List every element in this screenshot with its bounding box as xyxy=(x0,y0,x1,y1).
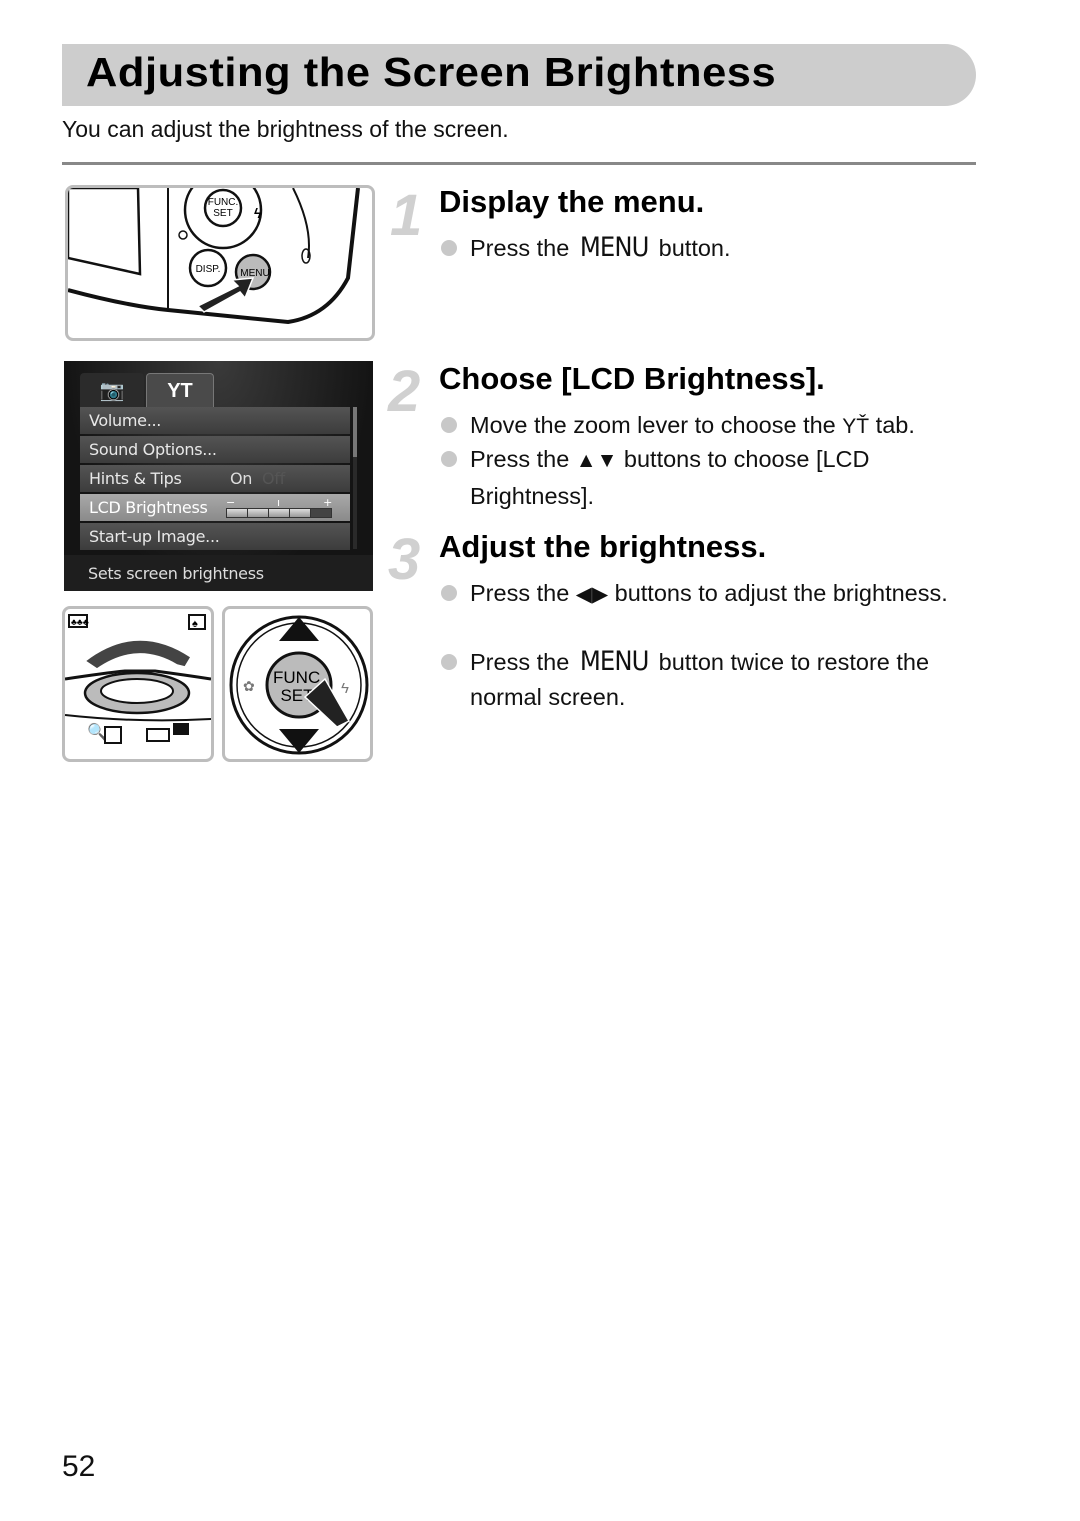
brightness-segments xyxy=(226,508,332,518)
menu-item-startup-image: Start-up Image... xyxy=(80,523,350,550)
func-label: FUNC. xyxy=(208,197,239,208)
svg-text:DISP.: DISP. xyxy=(196,264,221,275)
step-title-1: Display the menu. xyxy=(439,184,705,219)
step-number-1: 1 xyxy=(390,183,423,248)
control-dial-illustration: FUNC. SET ✿ ϟ xyxy=(222,606,373,762)
menu-button-label: MENU xyxy=(579,232,650,263)
menu-item-sound-options: Sound Options... xyxy=(80,436,350,463)
menu-item-volume: Volume... xyxy=(80,407,350,434)
hints-value-off: Off xyxy=(262,469,285,488)
title-banner: Adjusting the Screen Brightness xyxy=(62,44,976,106)
step-number-3: 3 xyxy=(388,527,421,592)
camera-body-drawing: FUNC. SET ϟ DISP. MENU xyxy=(68,188,360,325)
bullet-dot xyxy=(441,240,457,256)
bullet-dot xyxy=(441,585,457,601)
brightness-level-bar: − ı + xyxy=(226,496,332,518)
svg-text:ϟ: ϟ xyxy=(341,680,349,697)
svg-text:MENU: MENU xyxy=(240,268,269,279)
svg-text:✿: ✿ xyxy=(243,678,255,694)
settings-tab-icon: ΥŤ xyxy=(842,415,870,438)
brightness-segment xyxy=(311,509,331,517)
menu-button-label: MENU xyxy=(579,646,650,677)
divider xyxy=(62,162,976,165)
left-right-arrows-icon: ◀▶ xyxy=(575,583,609,606)
zoom-lever-drawing: ♣♣♣ ♠ 🔍 xyxy=(65,614,211,744)
step-number-2: 2 xyxy=(388,359,421,424)
step-title-2: Choose [LCD Brightness]. xyxy=(439,361,825,396)
brightness-segment xyxy=(227,509,247,517)
settings-tab-icon: ΥT xyxy=(167,379,193,402)
camera-icon: 📷 xyxy=(99,379,125,402)
step-1-bullet-1: Press the MENU button. xyxy=(440,231,985,266)
control-dial-drawing: FUNC. SET ✿ ϟ xyxy=(229,615,369,755)
step-3-bullet-1: Press the ◀▶ buttons to adjust the brigh… xyxy=(440,576,985,613)
svg-text:SET: SET xyxy=(213,208,232,219)
brightness-segment xyxy=(269,509,289,517)
zoom-lever-illustration: ♣♣♣ ♠ 🔍 xyxy=(62,606,214,762)
func-label: FUNC. xyxy=(273,668,325,687)
menu-list: Volume... Sound Options... Hints & Tips … xyxy=(80,407,350,552)
scrollbar-thumb xyxy=(353,407,357,457)
step-title-3: Adjust the brightness. xyxy=(439,529,767,564)
svg-text:♠: ♠ xyxy=(192,618,198,630)
page-number: 52 xyxy=(62,1450,96,1483)
lcd-menu-screen: 📷 ΥT Volume... Sound Options... Hints & … xyxy=(64,361,373,591)
step-3-bullet-2: Press the MENU button twice to restore t… xyxy=(440,645,985,714)
up-down-arrows-icon: ▲▼ xyxy=(575,449,618,472)
hints-value-on: On xyxy=(230,469,253,488)
menu-item-lcd-brightness: LCD Brightness − ı + xyxy=(80,494,350,521)
step-2-bullet-2: Press the ▲▼ buttons to choose [LCD Brig… xyxy=(440,442,985,513)
menu-item-hints-tips: Hints & Tips On Off xyxy=(80,465,350,492)
step-2-bullet-1: Move the zoom lever to choose the ΥŤ tab… xyxy=(440,408,985,445)
brightness-segment xyxy=(248,509,268,517)
settings-tab: ΥT xyxy=(146,373,214,408)
bullet-dot xyxy=(441,417,457,433)
camera-tab: 📷 xyxy=(80,373,144,407)
page-title: Adjusting the Screen Brightness xyxy=(86,49,777,95)
help-text: Sets screen brightness xyxy=(64,555,373,591)
svg-text:♣♣♣: ♣♣♣ xyxy=(71,617,89,627)
bullet-dot xyxy=(441,654,457,670)
menu-scrollbar xyxy=(353,407,357,549)
svg-text:🔍: 🔍 xyxy=(87,721,107,741)
bullet-dot xyxy=(441,451,457,467)
svg-text:ϟ: ϟ xyxy=(254,205,262,221)
camera-back-illustration: FUNC. SET ϟ DISP. MENU xyxy=(65,185,375,341)
intro-text: You can adjust the brightness of the scr… xyxy=(62,116,509,142)
brightness-segment xyxy=(290,509,310,517)
lever-arrow xyxy=(83,639,193,670)
